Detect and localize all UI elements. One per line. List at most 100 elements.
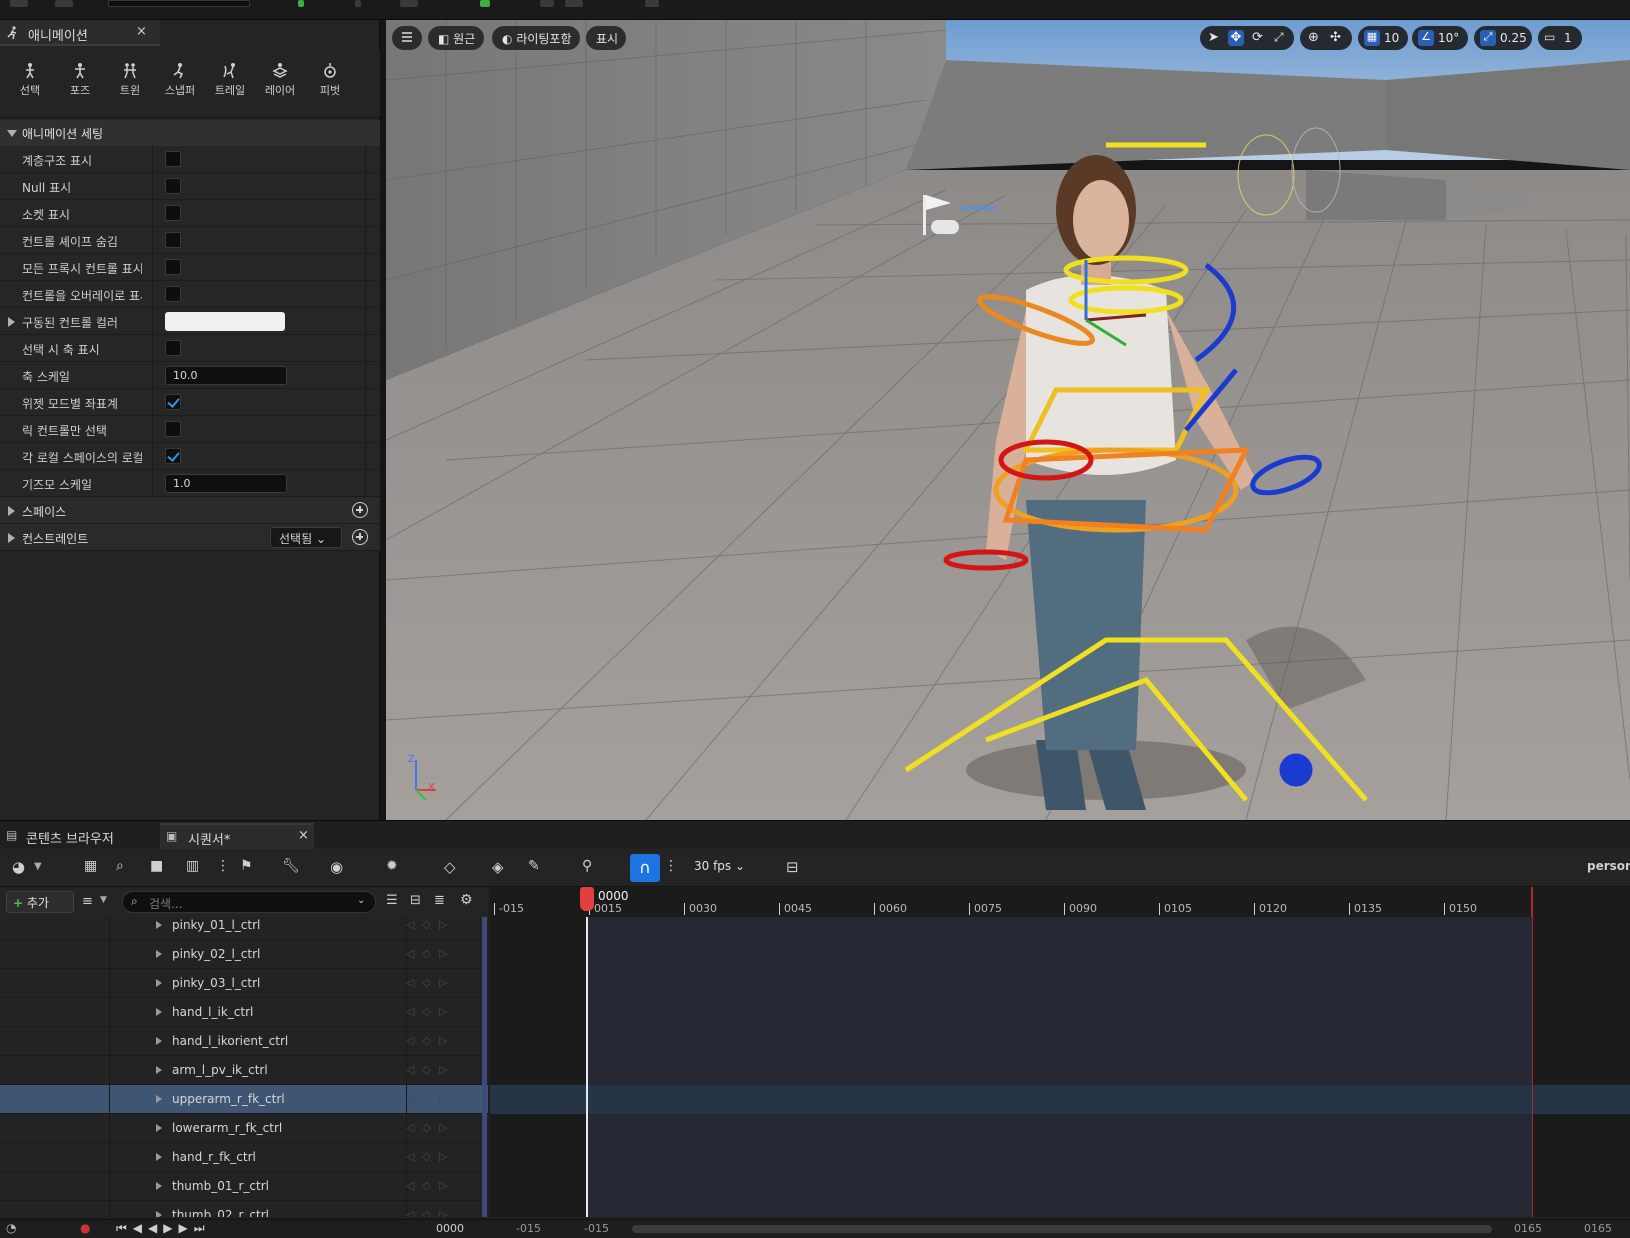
world-globe-icon[interactable]: ⊕ xyxy=(1308,30,1324,46)
world-icon[interactable]: ◕ xyxy=(12,858,32,878)
controls-overlay-checkbox[interactable] xyxy=(165,286,181,302)
track-search-input[interactable]: ⌕ 검색... ⌄ xyxy=(122,891,376,913)
expand-arrow-icon[interactable] xyxy=(156,1008,162,1016)
more-options-icon[interactable]: ⋮ xyxy=(664,858,684,878)
eye-icon[interactable]: ◉ xyxy=(330,858,350,878)
mode-pivot-button[interactable]: 피벗 xyxy=(307,62,353,98)
rotation-snap-group[interactable]: ∠ 10° xyxy=(1412,26,1468,50)
record-icon[interactable]: ● xyxy=(80,1221,90,1235)
animation-tab[interactable]: 애니메이션 × xyxy=(0,20,160,46)
track-row[interactable]: upperarm_r_fk_ctrl ◁◇▷ xyxy=(0,1085,488,1114)
mode-layer-button[interactable]: 레이어 xyxy=(257,62,303,98)
track-row[interactable]: hand_r_fk_ctrl ◁◇▷ xyxy=(0,1143,488,1172)
expand-arrow-icon[interactable] xyxy=(156,1066,162,1074)
select-arrow-icon[interactable]: ➤ xyxy=(1208,30,1224,46)
add-constraint-icon[interactable] xyxy=(352,529,368,545)
toolbar-dropdown[interactable] xyxy=(108,0,250,7)
key-navigation-icons[interactable]: ◁◇▷ xyxy=(406,1150,480,1164)
move-icon[interactable]: ✥ xyxy=(1228,30,1244,46)
expand-all-icon[interactable]: ⊟ xyxy=(410,893,421,908)
expand-arrow-icon[interactable] xyxy=(156,1037,162,1045)
perspective-button[interactable]: ◧ 원근 xyxy=(428,26,484,50)
mode-snapper-button[interactable]: 스냅퍼 xyxy=(157,62,203,98)
current-frame-field[interactable]: 0000 xyxy=(436,1222,464,1235)
view-mode-button[interactable]: ◐ 라이팅포함 xyxy=(492,26,580,50)
bookmark-icon[interactable] xyxy=(645,0,659,7)
track-row[interactable]: pinky_03_l_ctrl ◁◇▷ xyxy=(0,969,488,998)
expand-arrow-icon[interactable] xyxy=(156,979,162,987)
camera-speed-group[interactable]: ▭ 1 xyxy=(1538,26,1582,50)
toolbar-stub[interactable] xyxy=(565,0,583,7)
grid-snap-group[interactable]: ▦ 10 xyxy=(1358,26,1408,50)
playback-end-marker[interactable] xyxy=(1531,887,1533,917)
rig-controls-only-checkbox[interactable] xyxy=(165,421,181,437)
snap-magnet-icon[interactable]: ∩ xyxy=(630,854,660,882)
close-icon[interactable]: × xyxy=(136,24,147,39)
driven-control-color-swatch[interactable] xyxy=(165,312,285,331)
chevron-down-icon[interactable]: ▼ xyxy=(34,861,54,881)
expand-arrow-icon[interactable] xyxy=(156,1211,162,1217)
timeline-area[interactable] xyxy=(490,917,1630,1217)
show-proxy-controls-checkbox[interactable] xyxy=(165,259,181,275)
playhead-line[interactable] xyxy=(586,917,588,1217)
camera-icon[interactable]: ■ xyxy=(150,858,170,878)
expand-arrow-icon[interactable] xyxy=(156,1153,162,1161)
expand-arrow-icon[interactable] xyxy=(156,1182,162,1190)
expand-arrow-icon[interactable] xyxy=(156,950,162,958)
more-options-icon[interactable]: ⋮ xyxy=(216,858,236,878)
render-movie-icon[interactable]: ▥ xyxy=(186,858,206,878)
view-range-end[interactable]: 0165 xyxy=(1584,1222,1612,1235)
view-range-start[interactable]: -015 xyxy=(516,1222,541,1235)
find-asset-icon[interactable]: ⌕ xyxy=(116,858,136,878)
toolbar-stub[interactable] xyxy=(355,0,361,7)
track-row[interactable]: thumb_02_r_ctrl ◁◇▷ xyxy=(0,1201,488,1217)
key-navigation-icons[interactable]: ◁◇▷ xyxy=(406,947,480,961)
playback-range-end[interactable]: 0165 xyxy=(1514,1222,1542,1235)
track-row[interactable]: thumb_01_r_ctrl ◁◇▷ xyxy=(0,1172,488,1201)
expand-arrow-icon[interactable] xyxy=(156,921,162,929)
mode-trail-button[interactable]: 트레일 xyxy=(207,62,253,98)
key-navigation-icons[interactable]: ◁◇▷ xyxy=(406,1121,480,1135)
collapse-all-icon[interactable]: ☰ xyxy=(386,893,398,908)
curve-editor-icon[interactable]: ⊟ xyxy=(786,858,806,878)
show-socket-checkbox[interactable] xyxy=(165,205,181,221)
track-row[interactable]: hand_l_ikorient_ctrl ◁◇▷ xyxy=(0,1027,488,1056)
level-viewport[interactable]: Z X ◧ 원근 ◐ 라이팅포함 표시 ➤ ✥ ⟳ ⤢ ⊕ ✣ ▦ 10 ∠ 1… xyxy=(386,20,1630,820)
show-button[interactable]: 표시 xyxy=(586,26,626,50)
spaces-category[interactable]: 스페이스 xyxy=(0,497,380,524)
filter-icon[interactable]: ≡ xyxy=(82,894,93,909)
wrench-icon[interactable]: 🔧︎ xyxy=(282,858,302,878)
add-track-button[interactable]: + 추가 xyxy=(6,891,74,913)
viewport-menu-button[interactable] xyxy=(392,26,422,50)
save-icon[interactable]: ▦ xyxy=(84,858,104,878)
scale-snap-group[interactable]: ⤢ 0.25 xyxy=(1474,26,1532,50)
frame-rate-dropdown[interactable]: 30 fps ⌄ xyxy=(694,859,745,873)
tab-sequencer[interactable]: ▣ 시퀀서* × xyxy=(160,823,314,849)
key-navigation-icons[interactable]: ◁◇▷ xyxy=(406,1034,480,1048)
actions-icon[interactable]: ⚑ xyxy=(240,858,260,878)
key-navigation-icons[interactable]: ◁◇▷ xyxy=(406,918,480,932)
track-row[interactable]: arm_l_pv_ik_ctrl ◁◇▷ xyxy=(0,1056,488,1085)
constraints-filter-dropdown[interactable]: 선택됨 ⌄ xyxy=(270,527,342,548)
track-row[interactable]: hand_l_ik_ctrl ◁◇▷ xyxy=(0,998,488,1027)
hide-control-shapes-checkbox[interactable] xyxy=(165,232,181,248)
timeline-ruler[interactable]: -015 0015 0030 0045 0060 0075 0090 0105 0120 0135… xyxy=(490,887,1630,917)
mode-pose-button[interactable]: 포즈 xyxy=(57,62,103,98)
constraints-category[interactable]: 컨스트레인트 선택됨 ⌄ xyxy=(0,524,380,551)
marker-pin-icon[interactable]: ⚲ xyxy=(582,858,602,878)
surface-snap-icon[interactable]: ✣ xyxy=(1330,30,1346,46)
key-navigation-icons[interactable]: ◁◇▷ xyxy=(406,1208,480,1217)
expand-arrow-icon[interactable] xyxy=(8,317,15,327)
key-navigation-icons[interactable]: ◁◇▷ xyxy=(406,1005,480,1019)
track-row[interactable]: pinky_01_l_ctrl ◁◇▷ xyxy=(0,917,488,940)
mode-select-button[interactable]: 선택 xyxy=(7,62,53,98)
rotate-icon[interactable]: ⟳ xyxy=(1252,30,1268,46)
show-axis-checkbox[interactable] xyxy=(165,340,181,356)
scale-icon[interactable]: ⤢ xyxy=(1274,30,1290,46)
playhead-handle[interactable] xyxy=(580,887,594,911)
mode-tween-button[interactable]: 트윈 xyxy=(107,62,153,98)
axis-scale-input[interactable]: 10.0 xyxy=(165,366,287,385)
tab-content-browser[interactable]: ▤ 콘텐츠 브라우저 xyxy=(0,823,160,849)
animation-settings-header[interactable]: 애니메이션 세팅 xyxy=(0,120,380,146)
track-row[interactable]: pinky_02_l_ctrl ◁◇▷ xyxy=(0,940,488,969)
